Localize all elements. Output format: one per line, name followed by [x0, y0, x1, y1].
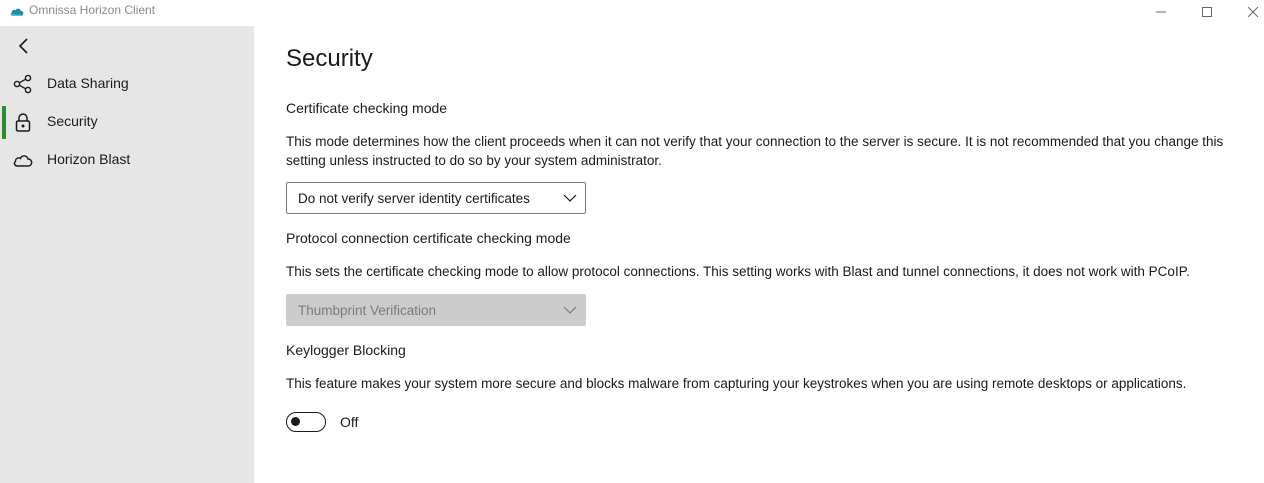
- window-title: Omnissa Horizon Client: [29, 3, 156, 17]
- active-indicator: [2, 106, 6, 139]
- protocol-checking-heading: Protocol connection certificate checking…: [286, 230, 571, 246]
- cloud-logo-icon: [9, 4, 25, 20]
- sidebar-item-label: Security: [47, 113, 98, 129]
- close-button[interactable]: [1230, 0, 1264, 24]
- toggle-state-label: Off: [340, 414, 359, 430]
- sidebar-item-security[interactable]: Security: [0, 104, 254, 140]
- back-arrow-icon: [18, 38, 28, 54]
- cloud-icon: [12, 150, 34, 170]
- toggle-knob: [291, 417, 300, 426]
- minimize-icon: [1156, 11, 1166, 13]
- sidebar-item-data-sharing[interactable]: Data Sharing: [0, 66, 254, 102]
- dropdown-selected-value: Do not verify server identity certificat…: [298, 191, 530, 206]
- keylogger-blocking-description: This feature makes your system more secu…: [286, 376, 1187, 391]
- page-title: Security: [286, 45, 373, 72]
- lock-icon: [12, 112, 34, 132]
- certificate-checking-dropdown[interactable]: Do not verify server identity certificat…: [286, 182, 586, 214]
- chevron-down-icon: [563, 194, 577, 202]
- maximize-icon: [1202, 7, 1212, 17]
- dropdown-selected-value: Thumbprint Verification: [298, 303, 437, 318]
- chevron-down-icon: [563, 306, 577, 314]
- close-icon: [1247, 6, 1259, 18]
- certificate-checking-heading: Certificate checking mode: [286, 100, 448, 116]
- sidebar: Data Sharing Security Horizon Blast: [0, 26, 254, 483]
- sidebar-item-label: Data Sharing: [47, 75, 129, 91]
- sidebar-item-label: Horizon Blast: [47, 151, 131, 167]
- share-icon: [12, 74, 34, 94]
- certificate-checking-description: This mode determines how the client proc…: [286, 134, 1224, 168]
- minimize-button[interactable]: [1138, 0, 1184, 24]
- main-content: Security Certificate checking mode This …: [254, 26, 1264, 483]
- protocol-checking-description: This sets the certificate checking mode …: [286, 264, 1190, 279]
- title-bar: Omnissa Horizon Client: [0, 0, 1264, 26]
- back-button[interactable]: [10, 34, 38, 58]
- keylogger-blocking-heading: Keylogger Blocking: [286, 342, 406, 358]
- maximize-button[interactable]: [1184, 0, 1230, 24]
- protocol-checking-dropdown: Thumbprint Verification: [286, 294, 586, 326]
- keylogger-blocking-toggle[interactable]: [286, 412, 326, 432]
- sidebar-item-horizon-blast[interactable]: Horizon Blast: [0, 142, 254, 178]
